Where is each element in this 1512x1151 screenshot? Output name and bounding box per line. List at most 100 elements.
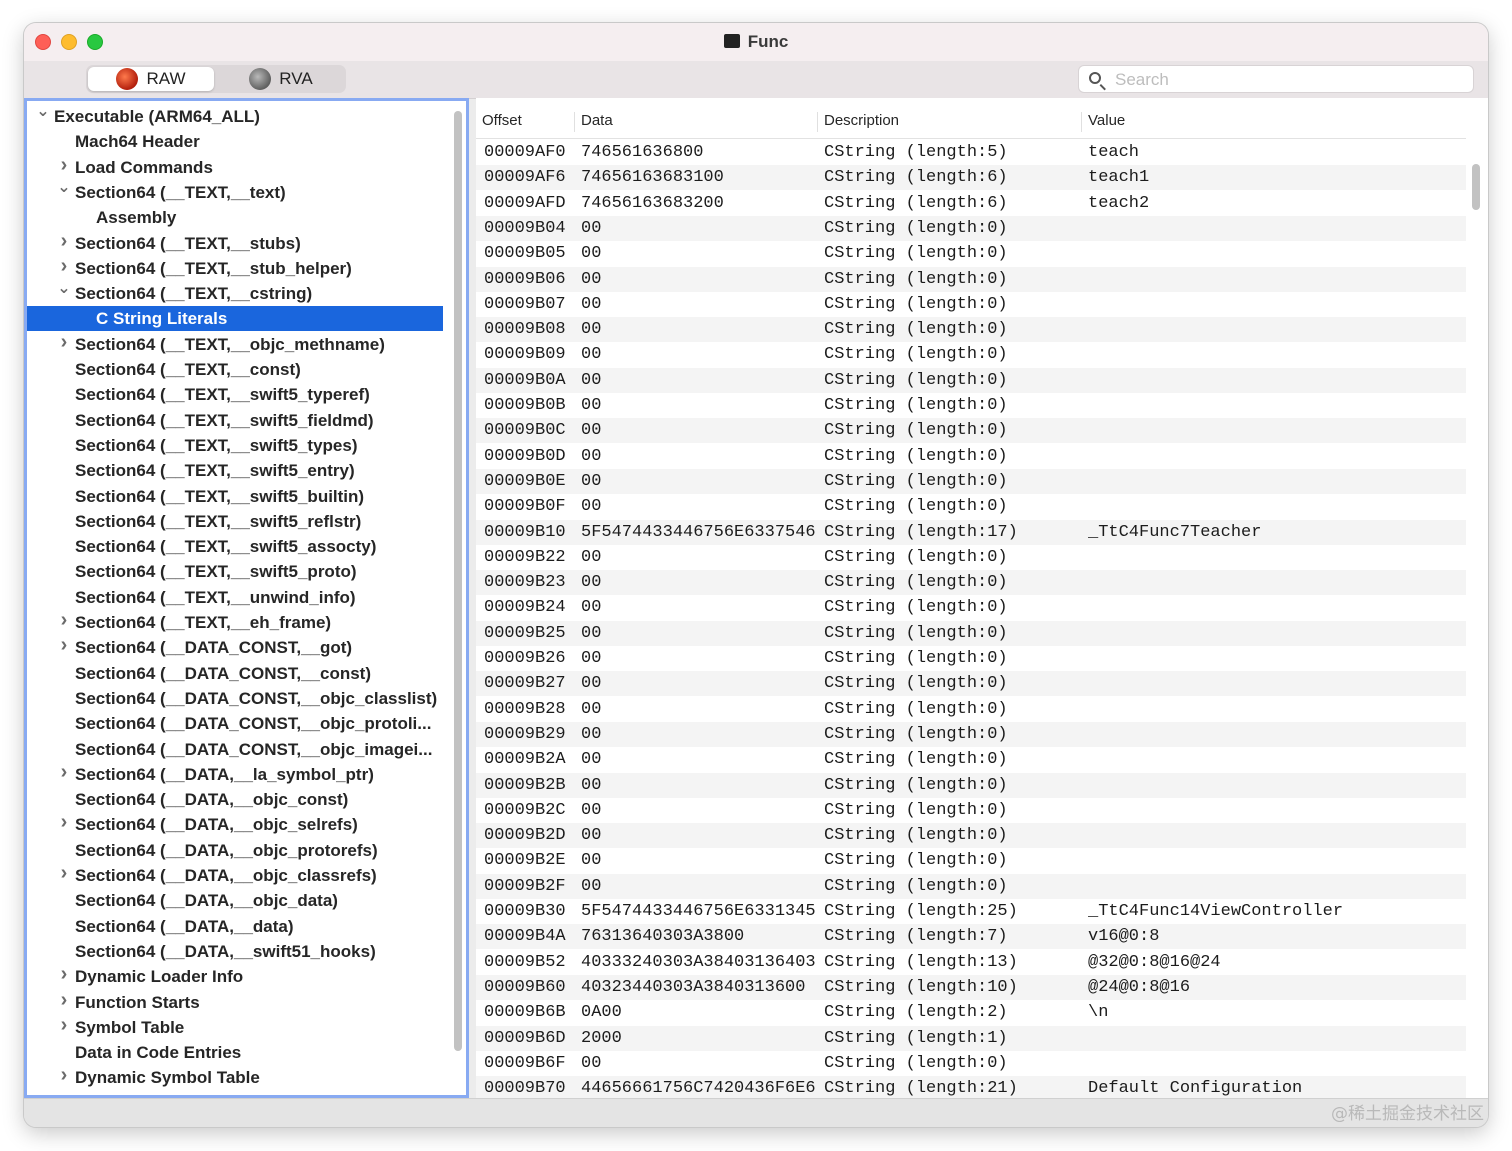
disclosure-collapsed-icon[interactable]: › xyxy=(57,254,71,279)
sidebar-item[interactable]: Section64 (__DATA_CONST,__objc_imagei... xyxy=(27,737,443,762)
disclosure-collapsed-icon[interactable]: › xyxy=(57,1013,71,1038)
table-row[interactable]: 00009B2D 00 CString (length:0) xyxy=(476,823,1466,849)
table-row[interactable]: 00009B30 5F5474433446756E6331345... CStrin… xyxy=(476,899,1466,924)
rva-mode-button[interactable]: RVA xyxy=(218,67,344,91)
sidebar-item[interactable]: Section64 (__DATA_CONST,__objc_classlist… xyxy=(27,686,443,711)
table-row[interactable]: 00009B0A 00 CString (length:0) xyxy=(476,367,1466,393)
disclosure-collapsed-icon[interactable]: › xyxy=(57,229,71,254)
disclosure-collapsed-icon[interactable]: › xyxy=(57,330,71,355)
table-scrollbar[interactable] xyxy=(1472,164,1480,210)
table-row[interactable]: 00009B27 00 CString (length:0) xyxy=(476,671,1466,697)
table-row[interactable]: 00009B22 00 CString (length:0) xyxy=(476,545,1466,570)
table-row[interactable]: 00009B6F 00 CString (length:0) xyxy=(476,1051,1466,1076)
table-row[interactable]: 00009B2F 00 CString (length:0) xyxy=(476,873,1466,899)
sidebar-item[interactable]: Section64 (__DATA,__data) xyxy=(27,914,443,939)
sidebar-item[interactable]: Section64 (__TEXT,__swift5_assocty) xyxy=(27,534,443,559)
table-row[interactable]: 00009B07 00 CString (length:0) xyxy=(476,292,1466,317)
disclosure-expanded-icon[interactable]: ⌄ xyxy=(57,175,71,200)
sidebar-item[interactable]: › Dynamic Loader Info xyxy=(27,962,443,989)
column-header-data[interactable]: Data xyxy=(574,112,817,132)
search-field[interactable] xyxy=(1078,65,1474,93)
sidebar-item[interactable]: › Section64 (__TEXT,__objc_methname) xyxy=(27,330,443,357)
sidebar-item[interactable]: ⌄ Executable (ARM64_ALL) xyxy=(27,103,443,129)
sidebar-item[interactable]: Section64 (__DATA,__swift51_hooks) xyxy=(27,939,443,964)
sidebar-item[interactable]: Section64 (__TEXT,__swift5_types) xyxy=(27,433,443,458)
table-row[interactable]: 00009AFD 74656163683200 CString (length:6)… xyxy=(476,191,1466,216)
table-row[interactable]: 00009B6D 2000 CString (length:1) xyxy=(476,1025,1466,1051)
disclosure-collapsed-icon[interactable]: › xyxy=(57,988,71,1013)
table-row[interactable]: 00009B2E 00 CString (length:0) xyxy=(476,848,1466,873)
disclosure-expanded-icon[interactable]: ⌄ xyxy=(36,101,50,124)
sidebar-item[interactable]: C String Literals xyxy=(27,306,443,332)
table-row[interactable]: 00009B23 00 CString (length:0) xyxy=(476,570,1466,596)
table-row[interactable]: 00009B04 00 CString (length:0) xyxy=(476,215,1466,241)
sidebar-item[interactable]: › Function Starts xyxy=(27,988,443,1015)
table-row[interactable]: 00009B05 00 CString (length:0) xyxy=(476,241,1466,266)
sidebar-item[interactable]: › Section64 (__TEXT,__eh_frame) xyxy=(27,608,443,635)
sidebar-item[interactable]: Section64 (__TEXT,__swift5_builtin) xyxy=(27,484,443,509)
sidebar-item[interactable]: ⌄ Section64 (__TEXT,__text) xyxy=(27,179,443,205)
sidebar-item[interactable]: Section64 (__TEXT,__swift5_entry) xyxy=(27,458,443,483)
sidebar-item[interactable]: › Section64 (__DATA,__objc_selrefs) xyxy=(27,810,443,837)
disclosure-collapsed-icon[interactable]: › xyxy=(57,153,71,178)
table-row[interactable]: 00009B0E 00 CString (length:0) xyxy=(476,468,1466,494)
sidebar-item[interactable]: Section64 (__DATA,__objc_data) xyxy=(27,888,443,913)
sidebar-item[interactable]: Section64 (__TEXT,__swift5_fieldmd) xyxy=(27,408,443,433)
table-row[interactable]: 00009B25 00 CString (length:0) xyxy=(476,620,1466,646)
sidebar-item[interactable]: › Dynamic Symbol Table xyxy=(27,1063,443,1090)
sidebar-item[interactable]: › Symbol Table xyxy=(27,1013,443,1040)
table-row[interactable]: 00009B4A 76313640303A3800 CString (length:… xyxy=(476,924,1466,950)
sidebar-item[interactable]: Section64 (__DATA,__objc_protorefs) xyxy=(27,838,443,863)
table-row[interactable]: 00009B2C 00 CString (length:0) xyxy=(476,798,1466,823)
sidebar-item[interactable]: Section64 (__TEXT,__swift5_reflstr) xyxy=(27,509,443,534)
sidebar-item[interactable]: Data in Code Entries xyxy=(27,1040,443,1065)
sidebar-item[interactable]: Section64 (__DATA_CONST,__objc_protoli..… xyxy=(27,711,443,736)
sidebar-item[interactable]: › Section64 (__DATA_CONST,__got) xyxy=(27,633,443,660)
column-header-description[interactable]: Description xyxy=(817,112,1080,132)
disclosure-collapsed-icon[interactable]: › xyxy=(57,608,71,633)
disclosure-collapsed-icon[interactable]: › xyxy=(57,962,71,987)
sidebar-item[interactable]: Section64 (__TEXT,__const) xyxy=(27,357,443,382)
sidebar-item[interactable]: › Section64 (__TEXT,__stubs) xyxy=(27,229,443,256)
table-row[interactable]: 00009AF6 74656163683100 CString (length:6)… xyxy=(476,165,1466,191)
sidebar-item[interactable]: Section64 (__TEXT,__swift5_typeref) xyxy=(27,382,443,407)
sidebar-item[interactable]: Section64 (__DATA,__objc_const) xyxy=(27,787,443,812)
sidebar-item[interactable]: › Section64 (__DATA,__la_symbol_ptr) xyxy=(27,760,443,787)
table-row[interactable]: 00009B09 00 CString (length:0) xyxy=(476,342,1466,367)
disclosure-expanded-icon[interactable]: ⌄ xyxy=(57,276,71,301)
table-row[interactable]: 00009B08 00 CString (length:0) xyxy=(476,317,1466,343)
table-row[interactable]: 00009AF0 746561636800 CString (length:5) te… xyxy=(476,140,1466,165)
table-row[interactable]: 00009B24 00 CString (length:0) xyxy=(476,595,1466,620)
table-row[interactable]: 00009B29 00 CString (length:0) xyxy=(476,721,1466,747)
table-row[interactable]: 00009B2B 00 CString (length:0) xyxy=(476,772,1466,798)
sidebar-item[interactable]: › Section64 (__DATA,__objc_classrefs) xyxy=(27,861,443,888)
disclosure-collapsed-icon[interactable]: › xyxy=(57,861,71,886)
disclosure-collapsed-icon[interactable]: › xyxy=(57,1063,71,1088)
table-row[interactable]: 00009B28 00 CString (length:0) xyxy=(476,697,1466,722)
disclosure-collapsed-icon[interactable]: › xyxy=(57,633,71,658)
table-row[interactable]: 00009B0B 00 CString (length:0) xyxy=(476,393,1466,418)
disclosure-collapsed-icon[interactable]: › xyxy=(57,760,71,785)
sidebar-item[interactable]: Section64 (__TEXT,__swift5_proto) xyxy=(27,559,443,584)
table-row[interactable]: 00009B52 40333240303A38403136403... CStrin… xyxy=(476,950,1466,975)
sidebar-item[interactable]: Mach64 Header xyxy=(27,129,443,154)
sidebar-item[interactable]: Section64 (__TEXT,__unwind_info) xyxy=(27,585,443,610)
disclosure-collapsed-icon[interactable]: › xyxy=(57,810,71,835)
table-row[interactable]: 00009B2A 00 CString (length:0) xyxy=(476,747,1466,772)
sidebar-scrollbar[interactable] xyxy=(454,111,462,1051)
raw-mode-button[interactable]: RAW xyxy=(88,67,214,91)
table-row[interactable]: 00009B0F 00 CString (length:0) xyxy=(476,494,1466,519)
table-row[interactable]: 00009B26 00 CString (length:0) xyxy=(476,646,1466,671)
table-row[interactable]: 00009B0D 00 CString (length:0) xyxy=(476,444,1466,469)
column-header-value[interactable]: Value xyxy=(1081,112,1460,132)
table-row[interactable]: 00009B6B 0A00 CString (length:2) \n xyxy=(476,1000,1466,1025)
sidebar-item[interactable]: Section64 (__DATA_CONST,__const) xyxy=(27,661,443,686)
sidebar-item[interactable]: › Load Commands xyxy=(27,153,443,180)
table-row[interactable]: 00009B06 00 CString (length:0) xyxy=(476,266,1466,292)
table-row[interactable]: 00009B10 5F5474433446756E6337546... CStrin… xyxy=(476,519,1466,545)
sidebar-item[interactable]: › Section64 (__TEXT,__stub_helper) xyxy=(27,254,443,281)
sidebar-item[interactable]: ⌄ Section64 (__TEXT,__cstring) xyxy=(27,280,443,306)
table-row[interactable]: 00009B60 40323440303A3840313600 CString (l… xyxy=(476,974,1466,1000)
column-header-offset[interactable]: Offset xyxy=(476,112,572,132)
sidebar-item[interactable]: Assembly xyxy=(27,205,443,230)
